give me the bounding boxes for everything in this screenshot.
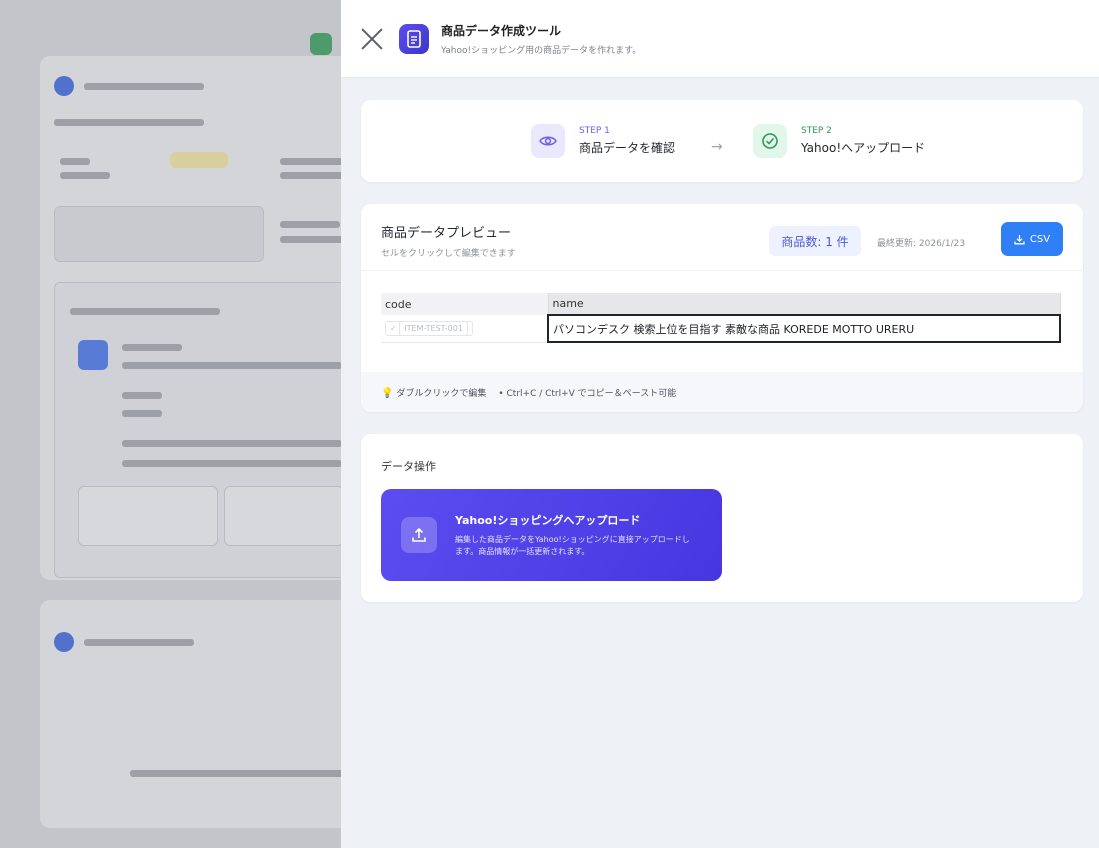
column-header-name[interactable]: name	[548, 293, 1061, 315]
drawer-subtitle: Yahoo!ショッピング用の商品データを作れます。	[441, 45, 642, 56]
data-preview-card: 商品データプレビュー セルをクリックして編集できます 商品数: 1 件 最終更新…	[361, 204, 1083, 412]
data-operations-card: データ操作 Yahoo!ショッピングへアップロード 編集した商品データをYaho…	[361, 434, 1083, 602]
upload-description: 編集した商品データをYahoo!ショッピングに直接アップロードします。商品情報が…	[455, 535, 690, 556]
lightbulb-icon: 💡	[381, 387, 394, 399]
item-count-badge: 商品数: 1 件	[769, 226, 861, 256]
yahoo-upload-button[interactable]: Yahoo!ショッピングへアップロード 編集した商品データをYahoo!ショッピ…	[381, 489, 722, 581]
background-card	[40, 56, 360, 580]
background-app-icon	[310, 33, 332, 55]
data-table: code name ✓ ITEM-TEST-001 パソコンデスク 検索上位を目…	[381, 293, 1061, 343]
close-icon[interactable]	[359, 26, 385, 52]
column-header-code[interactable]: code	[381, 293, 549, 315]
step-1-label: 商品データを確認	[579, 141, 676, 155]
arrow-right-icon: →	[711, 139, 723, 155]
csv-download-button[interactable]: CSV	[1001, 222, 1063, 256]
cell-name[interactable]: パソコンデスク 検索上位を目指す 素敵な商品 KOREDE MOTTO URER…	[547, 314, 1061, 343]
upload-icon	[401, 517, 437, 553]
product-data-drawer: 商品データ作成ツール Yahoo!ショッピング用の商品データを作れます。 STE…	[341, 0, 1099, 848]
steps-card: STEP 1 商品データを確認 → STEP 2 Yahoo!へアップロード	[361, 100, 1083, 182]
drawer-header: 商品データ作成ツール Yahoo!ショッピング用の商品データを作れます。	[341, 0, 1099, 78]
hint-edit: ダブルクリックで編集	[396, 388, 487, 399]
hint-row: 💡 ダブルクリックで編集 • Ctrl+C / Ctrl+V でコピー＆ペースト…	[361, 372, 1083, 412]
step-1-number: STEP 1	[579, 126, 610, 136]
operations-title: データ操作	[381, 460, 436, 473]
step-2-label: Yahoo!へアップロード	[801, 141, 926, 155]
background-card-2	[40, 600, 360, 828]
cell-code-value: ✓ ITEM-TEST-001	[385, 320, 473, 336]
preview-subtitle: セルをクリックして編集できます	[381, 249, 516, 259]
preview-title: 商品データプレビュー	[381, 226, 512, 241]
step-1[interactable]: STEP 1 商品データを確認	[531, 124, 675, 158]
drawer-title: 商品データ作成ツール	[441, 23, 562, 38]
eye-icon	[531, 124, 565, 158]
document-icon	[399, 23, 429, 54]
upload-title: Yahoo!ショッピングへアップロード	[455, 514, 641, 528]
table-row: ✓ ITEM-TEST-001 パソコンデスク 検索上位を目指す 素敵な商品 K…	[381, 314, 1061, 343]
hint-copy: • Ctrl+C / Ctrl+V でコピー＆ペースト可能	[498, 388, 677, 399]
last-updated: 最終更新: 2026/1/23	[877, 239, 966, 249]
cell-code[interactable]: ✓ ITEM-TEST-001	[381, 315, 548, 343]
check-circle-icon	[753, 124, 787, 158]
data-table-area: code name ✓ ITEM-TEST-001 パソコンデスク 検索上位を目…	[361, 270, 1083, 372]
step-2[interactable]: STEP 2 Yahoo!へアップロード	[753, 124, 925, 158]
csv-button-label: CSV	[1029, 233, 1051, 245]
download-icon	[1014, 234, 1025, 244]
step-2-number: STEP 2	[801, 126, 832, 136]
